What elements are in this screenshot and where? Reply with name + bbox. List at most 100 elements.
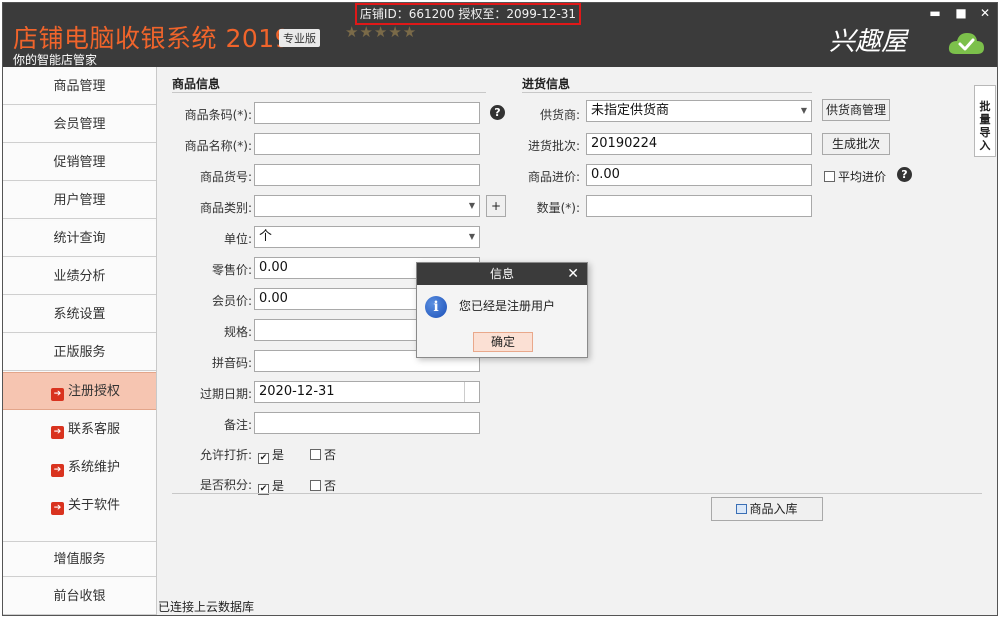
sidebar-item-users[interactable]: 用户管理 xyxy=(3,183,156,219)
sidebar-subitem-label: 注册授权 xyxy=(68,384,121,399)
info-dialog: 信息 ✕ i 您已经是注册用户 确定 xyxy=(416,262,588,358)
sidebar-item-value-added[interactable]: 增值服务 xyxy=(3,541,156,577)
expiry-date-label: 过期日期: xyxy=(199,387,252,401)
sidebar-subitem-maintenance[interactable]: ➔ 系统维护 xyxy=(3,449,156,487)
sidebar-item-statistics[interactable]: 统计查询 xyxy=(3,221,156,257)
average-cost-checkbox[interactable]: 平均进价 xyxy=(824,168,886,185)
bottom-divider xyxy=(172,493,982,494)
close-icon[interactable]: ✕ xyxy=(567,263,579,285)
arrow-right-icon: ➔ xyxy=(51,502,64,515)
checkbox-icon xyxy=(310,449,321,460)
checkbox-label: 否 xyxy=(324,448,337,462)
chevron-down-icon: ▼ xyxy=(800,106,807,115)
retail-price-label: 零售价: xyxy=(211,263,252,277)
stock-in-icon xyxy=(736,504,748,514)
app-subtitle: 你的智能店管家 xyxy=(13,53,98,67)
help-icon[interactable]: ? xyxy=(490,105,505,120)
stock-in-button[interactable]: 商品入库 xyxy=(711,497,823,521)
remark-input[interactable] xyxy=(254,412,480,434)
rating-stars: ★★★★★ xyxy=(345,23,418,41)
checkbox-icon xyxy=(824,171,835,182)
section-divider xyxy=(172,92,486,93)
points-label: 是否积分: xyxy=(199,478,252,492)
info-icon: i xyxy=(425,296,447,318)
batch-label: 进货批次: xyxy=(527,139,580,153)
barcode-input[interactable] xyxy=(254,102,480,124)
checkbox-label: 否 xyxy=(324,479,337,493)
status-bar: 已连接上云数据库 xyxy=(158,597,997,615)
expiry-date-picker[interactable]: 2020-12-31 xyxy=(254,381,480,403)
chevron-down-icon: ▼ xyxy=(468,232,475,241)
stock-in-label: 商品入库 xyxy=(749,502,798,516)
sku-label: 商品货号: xyxy=(199,170,252,184)
cloud-check-icon xyxy=(948,33,984,54)
sidebar-subitem-about[interactable]: ➔ 关于软件 xyxy=(3,487,156,525)
help-icon[interactable]: ? xyxy=(897,167,912,182)
points-no-checkbox[interactable]: 否 xyxy=(310,477,336,494)
dialog-header: 信息 ✕ xyxy=(417,263,587,285)
unit-select[interactable]: 个 ▼ xyxy=(254,226,480,248)
minimize-button[interactable]: ▬ xyxy=(927,6,943,20)
sidebar: 商品管理 会员管理 促销管理 用户管理 统计查询 业绩分析 系统设置 正版服务 … xyxy=(3,67,157,615)
sidebar-item-promotions[interactable]: 促销管理 xyxy=(3,145,156,181)
purchase-section-title: 进货信息 xyxy=(522,77,571,91)
unit-value: 个 xyxy=(259,229,273,244)
arrow-right-icon: ➔ xyxy=(51,464,64,477)
app-header: 店铺电脑收银系统 2019 专业版 ★★★★★ 你的智能店管家 店铺ID：661… xyxy=(3,3,997,67)
checkbox-checked-icon: ✔ xyxy=(258,453,269,464)
generate-batch-button[interactable]: 生成批次 xyxy=(822,133,890,155)
sidebar-item-license-service[interactable]: 正版服务 xyxy=(3,335,156,371)
picker-divider xyxy=(464,382,465,402)
product-section-title: 商品信息 xyxy=(172,77,221,91)
category-select[interactable]: ▼ xyxy=(254,195,480,217)
supplier-label: 供货商: xyxy=(539,108,580,122)
license-info: 店铺ID：661200 授权至：2099-12-31 xyxy=(355,3,581,25)
supplier-value: 未指定供货商 xyxy=(591,103,670,118)
barcode-label: 商品条码(*): xyxy=(184,108,252,122)
close-button[interactable]: ✕ xyxy=(977,6,993,20)
supplier-manage-button[interactable]: 供货商管理 xyxy=(822,99,890,121)
add-category-button[interactable]: + xyxy=(486,195,506,217)
member-price-label: 会员价: xyxy=(211,294,252,308)
batch-import-tab[interactable]: 批量导入 xyxy=(974,85,996,157)
arrow-right-icon: ➔ xyxy=(51,388,64,401)
sidebar-item-settings[interactable]: 系统设置 xyxy=(3,297,156,333)
edition-badge: 专业版 xyxy=(279,29,320,47)
product-name-input[interactable] xyxy=(254,133,480,155)
spec-label: 规格: xyxy=(223,325,252,339)
section-divider xyxy=(522,92,812,93)
remark-label: 备注: xyxy=(223,418,252,432)
allow-discount-label: 允许打折: xyxy=(199,448,252,462)
cost-price-input[interactable]: 0.00 xyxy=(586,164,812,186)
brand-logo: 兴趣屋 xyxy=(829,27,908,57)
sidebar-item-performance[interactable]: 业绩分析 xyxy=(3,259,156,295)
sidebar-item-members[interactable]: 会员管理 xyxy=(3,107,156,143)
unit-label: 单位: xyxy=(223,232,252,246)
sidebar-item-pos[interactable]: 前台收银 xyxy=(3,579,156,615)
checkbox-label: 是 xyxy=(272,448,285,462)
discount-no-checkbox[interactable]: 否 xyxy=(310,446,336,463)
chevron-down-icon: ▼ xyxy=(468,201,475,210)
sku-input[interactable] xyxy=(254,164,480,186)
discount-yes-checkbox[interactable]: ✔ 是 xyxy=(258,446,284,464)
cost-price-label: 商品进价: xyxy=(527,170,580,184)
pinyin-label: 拼音码: xyxy=(211,356,252,370)
product-name-label: 商品名称(*): xyxy=(184,139,252,153)
quantity-input[interactable] xyxy=(586,195,812,217)
sidebar-item-products[interactable]: 商品管理 xyxy=(3,69,156,105)
batch-input[interactable]: 20190224 xyxy=(586,133,812,155)
arrow-right-icon: ➔ xyxy=(51,426,64,439)
maximize-button[interactable]: ■ xyxy=(953,6,969,20)
checkbox-icon xyxy=(310,480,321,491)
checkbox-label: 是 xyxy=(272,479,285,493)
supplier-select[interactable]: 未指定供货商 ▼ xyxy=(586,100,812,122)
sidebar-subitem-register[interactable]: ➔ 注册授权 xyxy=(3,372,156,410)
sidebar-subitem-label: 联系客服 xyxy=(68,422,121,437)
sidebar-subitem-support[interactable]: ➔ 联系客服 xyxy=(3,411,156,449)
expiry-date-value: 2020-12-31 xyxy=(259,384,335,399)
checkbox-label: 平均进价 xyxy=(838,170,887,184)
app-title: 店铺电脑收银系统 2019 xyxy=(13,24,292,53)
ok-button[interactable]: 确定 xyxy=(473,332,533,352)
app-window: 店铺电脑收银系统 2019 专业版 ★★★★★ 你的智能店管家 店铺ID：661… xyxy=(2,2,998,616)
category-label: 商品类别: xyxy=(199,201,252,215)
